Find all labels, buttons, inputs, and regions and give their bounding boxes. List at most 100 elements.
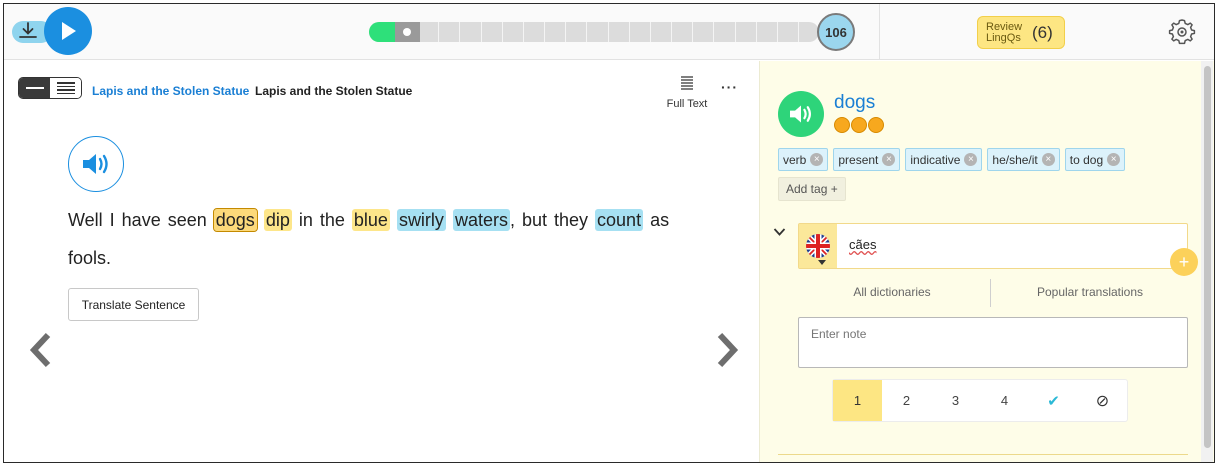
status-1-button[interactable]: 1 [833,380,882,421]
tag-remove-icon[interactable]: × [1107,153,1121,166]
text-fragment [446,210,453,230]
progress-handle[interactable] [395,22,420,42]
reader-pane: Lapis and the Stolen Statue Lapis and th… [4,61,759,462]
tab-divider [990,279,991,307]
ignore-icon: ⊘ [1095,392,1110,410]
add-tag-button[interactable]: Add tag + [778,177,846,201]
progress-segment [480,22,502,42]
tab-popular-translations[interactable]: Popular translations [1000,285,1180,299]
tag-remove-icon[interactable]: × [882,153,896,166]
progress-segment [755,22,777,42]
settings-gear-icon[interactable] [1167,17,1197,47]
progress-segment [692,22,713,42]
word-lingq[interactable]: blue [351,209,390,231]
status-label: 1 [853,393,862,408]
coin-icon [868,117,884,133]
download-icon[interactable] [17,20,39,42]
breadcrumb-lesson-title: Lapis and the Stolen Statue [255,84,413,98]
text-fragment: in the [291,210,352,230]
chevron-right-icon[interactable] [714,331,742,369]
language-selector[interactable] [799,224,837,268]
sentence-audio-button[interactable] [68,136,124,192]
caret-down-icon [818,260,826,265]
review-lingqs-button[interactable]: Review LingQs (6) [977,16,1065,49]
status-label: 2 [902,393,911,408]
view-mode-toggle[interactable] [18,77,82,99]
progress-segment [628,22,650,42]
page-view-icon[interactable] [50,78,81,98]
tag-label: indicative [910,152,961,167]
progress-segment [544,22,565,42]
chevron-left-icon[interactable] [26,331,54,369]
word-unknown[interactable]: waters [452,209,510,231]
word-unknown[interactable]: swirly [396,209,446,231]
word-lingq[interactable]: dip [263,209,292,231]
hint-input[interactable]: cães [849,237,876,252]
status-selector: 1 2 3 4 ✔ ⊘ [832,379,1128,422]
status-ignore-button[interactable]: ⊘ [1078,380,1127,421]
tag-label: verb [783,152,807,167]
progress-segment [417,22,438,42]
play-button[interactable] [44,7,92,55]
tab-all-dictionaries[interactable]: All dictionaries [802,285,982,299]
progress-segment [501,22,523,42]
check-icon: ✔ [1047,392,1060,410]
progress-segment [565,22,586,42]
more-options-button[interactable]: ··· [721,79,738,95]
tag-chip[interactable]: he/she/it × [987,148,1060,171]
progress-segment [586,22,607,42]
full-text-icon [681,76,693,90]
progress-segment [713,22,734,42]
uk-flag-icon [806,234,830,258]
text-fragment [390,210,397,230]
status-label: 4 [1000,393,1009,408]
progress-segment [649,22,671,42]
speaker-icon [790,105,811,123]
lesson-progress-bar[interactable] [369,22,819,42]
word-unknown[interactable]: count [595,209,644,231]
full-text-button[interactable]: Full Text [659,75,715,110]
progress-segment [438,22,459,42]
tag-remove-icon[interactable]: × [964,153,978,166]
tag-label: he/she/it [992,152,1038,167]
review-count: (6) [1032,22,1053,42]
status-4-button[interactable]: 4 [980,380,1029,421]
text-fragment: , but they [509,210,596,230]
status-known-button[interactable]: ✔ [1029,380,1078,421]
tag-chip[interactable]: to dog × [1064,148,1126,171]
add-hint-button[interactable]: + [1170,248,1198,276]
lingq-panel: dogs verb × present × indicative × he/she/it × t… [759,61,1214,462]
page-counter-badge[interactable]: 106 [817,13,855,51]
review-label: Review LingQs [986,20,1023,44]
status-3-button[interactable]: 3 [931,380,980,421]
coin-icon [851,117,867,133]
hint-field[interactable]: cães [798,223,1188,269]
word-audio-button[interactable] [778,91,824,137]
tag-remove-icon[interactable]: × [810,153,824,166]
sentence-view-icon[interactable] [19,78,50,98]
tag-chip[interactable]: verb × [778,148,829,171]
divider [879,4,880,60]
speaker-icon [83,154,108,174]
status-label: 3 [951,393,960,408]
tag-chip[interactable]: present × [833,148,901,171]
chevron-down-icon[interactable] [773,227,786,237]
full-text-label: Full Text [666,98,708,110]
divider [778,454,1188,455]
breadcrumb-course-link[interactable]: Lapis and the Stolen Statue [92,84,249,98]
word-selected[interactable]: dogs [212,208,258,232]
panel-scrollbar-thumb[interactable] [1204,66,1211,448]
progress-segment [607,22,629,42]
note-input[interactable] [798,317,1188,368]
term-word: dogs [834,92,876,113]
translate-sentence-button[interactable]: Translate Sentence [68,288,199,321]
app-window: 106 Review LingQs (6) Lapis and the Stol… [3,3,1215,463]
tag-remove-icon[interactable]: × [1041,153,1055,166]
status-2-button[interactable]: 2 [882,380,931,421]
progress-fill [369,22,396,42]
tag-chip[interactable]: indicative × [905,148,983,171]
coin-rating [834,117,884,133]
tag-list: verb × present × indicative × he/she/it × to dog… [778,148,1126,171]
progress-segment [459,22,480,42]
lesson-sentence: Well I have seen dogs dip in the blue sw… [68,201,678,277]
